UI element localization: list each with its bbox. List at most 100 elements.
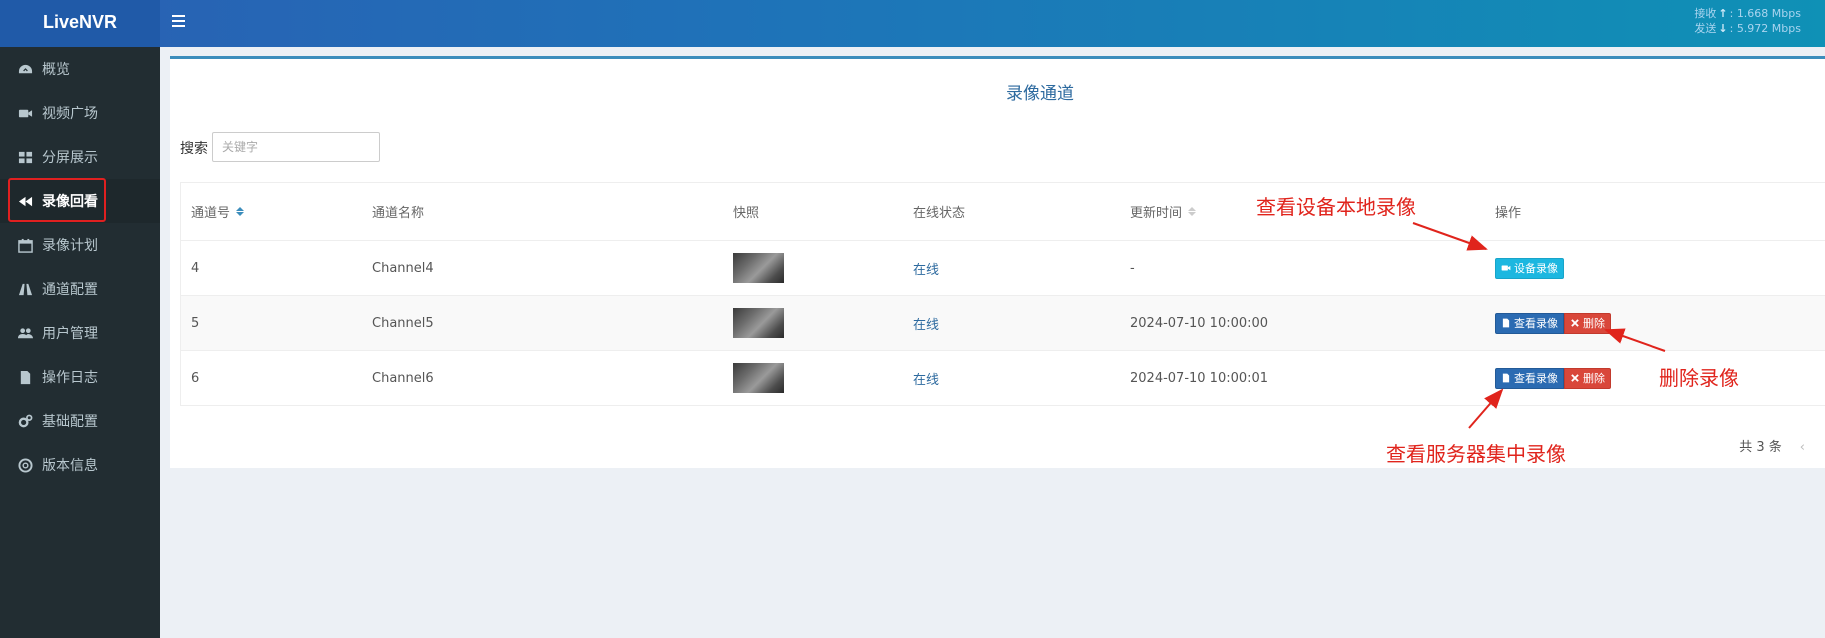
view-record-button[interactable]: 查看录像 [1495, 367, 1564, 389]
pagination: 共 3 条 ‹ [1739, 436, 1805, 455]
cell-channel-name: Channel5 [372, 315, 434, 331]
close-icon [1571, 374, 1579, 382]
cell-channel-id: 5 [191, 315, 200, 331]
sidebar-item-label: 通道配置 [42, 282, 98, 298]
file-icon [1502, 373, 1510, 383]
sidebar-item-channel-config[interactable]: 通道配置 [0, 267, 160, 311]
sidebar-item-record-plan[interactable]: 录像计划 [0, 223, 160, 267]
sort-icon [1188, 207, 1197, 216]
life-ring-icon [18, 457, 33, 473]
recv-label: 接收 [1694, 7, 1717, 20]
column-header-status: 在线状态 [913, 206, 966, 221]
annotation-server: 查看服务器集中录像 [1386, 442, 1566, 466]
video-camera-icon [18, 106, 33, 121]
users-icon [18, 326, 33, 341]
top-header: LiveNVR 接收 ↑: 1.668 Mbps 发送 ↓: 5.972 Mbps [0, 0, 1825, 47]
sidebar-item-label: 概览 [42, 62, 70, 78]
table-header: 通道号 通道名称 快照 在线状态 更新时间 操作 [181, 183, 1825, 241]
grid-icon [18, 150, 33, 165]
sidebar-item-video-square[interactable]: 视频广场 [0, 91, 160, 135]
recv-value: 1.668 Mbps [1736, 7, 1801, 20]
cell-channel-id: 4 [191, 260, 200, 276]
cell-status: 在线 [913, 372, 940, 388]
sidebar: 概览 视频广场 分屏展示 录像回看 录像计划 通道配置 用户管理 操作日志 基础… [0, 47, 160, 638]
column-header-channel-name: 通道名称 [372, 206, 425, 221]
delete-button[interactable]: 删除 [1564, 367, 1611, 389]
sidebar-item-label: 视频广场 [42, 106, 98, 122]
cell-snapshot [733, 351, 784, 405]
view-record-button[interactable]: 查看录像 [1495, 312, 1564, 334]
sidebar-item-basic-config[interactable]: 基础配置 [0, 399, 160, 443]
bandwidth-readout: 接收 ↑: 1.668 Mbps 发送 ↓: 5.972 Mbps [1694, 7, 1801, 35]
file-icon [1502, 318, 1510, 328]
snapshot-thumbnail[interactable] [733, 253, 784, 283]
road-icon [18, 282, 33, 297]
table-row: 6 Channel6 在线 2024-07-10 10:00:01 查看录像 删除 [181, 351, 1825, 406]
cell-status: 在线 [913, 262, 940, 278]
page-title: 录像通道 [1006, 84, 1074, 104]
close-icon [1571, 319, 1579, 327]
sidebar-item-label: 基础配置 [42, 414, 98, 430]
prev-page-button[interactable]: ‹ [1800, 440, 1805, 455]
table-row: 5 Channel5 在线 2024-07-10 10:00:00 查看录像 删除 [181, 296, 1825, 351]
search-input[interactable] [212, 132, 380, 162]
table-row: 4 Channel4 在线 - 设备录像 [181, 241, 1825, 296]
search-label: 搜索 [180, 141, 208, 157]
sidebar-item-playback[interactable]: 录像回看 [0, 179, 160, 223]
column-header-update-time[interactable]: 更新时间 [1130, 183, 1197, 240]
annotation-delete: 删除录像 [1659, 366, 1739, 390]
cell-snapshot [733, 241, 784, 295]
video-camera-icon [1501, 265, 1511, 271]
delete-label: 删除 [1583, 317, 1605, 330]
sidebar-item-version-info[interactable]: 版本信息 [0, 443, 160, 487]
snapshot-thumbnail[interactable] [733, 308, 784, 338]
cell-snapshot [733, 296, 784, 350]
send-value: 5.972 Mbps [1736, 22, 1801, 35]
cell-update-time: 2024-07-10 10:00:01 [1130, 370, 1269, 386]
cell-actions: 查看录像 删除 [1495, 296, 1611, 350]
sidebar-item-label: 操作日志 [42, 370, 98, 386]
sidebar-item-operation-log[interactable]: 操作日志 [0, 355, 160, 399]
sidebar-item-overview[interactable]: 概览 [0, 47, 160, 91]
rewind-icon [18, 194, 33, 209]
column-header-actions: 操作 [1495, 206, 1522, 221]
view-record-label: 查看录像 [1514, 372, 1558, 385]
column-header-snapshot: 快照 [733, 206, 760, 221]
cell-actions: 设备录像 [1495, 241, 1564, 295]
cell-channel-id: 6 [191, 370, 200, 386]
sidebar-item-label: 录像回看 [42, 194, 98, 210]
menu-toggle-icon[interactable] [172, 12, 192, 32]
column-label: 通道号 [191, 206, 231, 221]
dashboard-icon [18, 62, 33, 77]
arrow-down-icon: ↓ [1718, 22, 1728, 35]
column-label: 更新时间 [1130, 206, 1183, 221]
sort-icon [236, 207, 245, 216]
view-record-label: 查看录像 [1514, 317, 1558, 330]
device-record-label: 设备录像 [1514, 262, 1558, 275]
send-label: 发送 [1694, 22, 1717, 35]
column-header-channel-id[interactable]: 通道号 [191, 183, 245, 240]
calendar-icon [18, 238, 33, 253]
recording-channel-panel: 录像通道 搜索 通道号 通道名称 快照 在线状态 更新时间 操作 4 Chann… [170, 56, 1825, 468]
cell-channel-name: Channel4 [372, 260, 434, 276]
device-record-button[interactable]: 设备录像 [1495, 257, 1564, 279]
sidebar-item-split-screen[interactable]: 分屏展示 [0, 135, 160, 179]
sidebar-item-label: 版本信息 [42, 458, 98, 474]
cell-actions: 查看录像 删除 [1495, 351, 1611, 405]
app-logo[interactable]: LiveNVR [0, 0, 160, 47]
sidebar-item-label: 录像计划 [42, 238, 98, 254]
channel-table: 通道号 通道名称 快照 在线状态 更新时间 操作 4 Channel4 在线 -… [180, 182, 1825, 406]
cogs-icon [18, 414, 33, 429]
cell-channel-name: Channel6 [372, 370, 434, 386]
snapshot-thumbnail[interactable] [733, 363, 784, 393]
sidebar-item-label: 分屏展示 [42, 150, 98, 166]
cell-update-time: - [1130, 260, 1135, 276]
sidebar-item-label: 用户管理 [42, 326, 98, 342]
cell-update-time: 2024-07-10 10:00:00 [1130, 315, 1269, 331]
total-count: 共 3 条 [1739, 440, 1782, 455]
delete-button[interactable]: 删除 [1564, 312, 1611, 334]
file-icon [18, 370, 33, 385]
delete-label: 删除 [1583, 372, 1605, 385]
sidebar-item-user-management[interactable]: 用户管理 [0, 311, 160, 355]
annotation-device-local: 查看设备本地录像 [1256, 195, 1416, 219]
